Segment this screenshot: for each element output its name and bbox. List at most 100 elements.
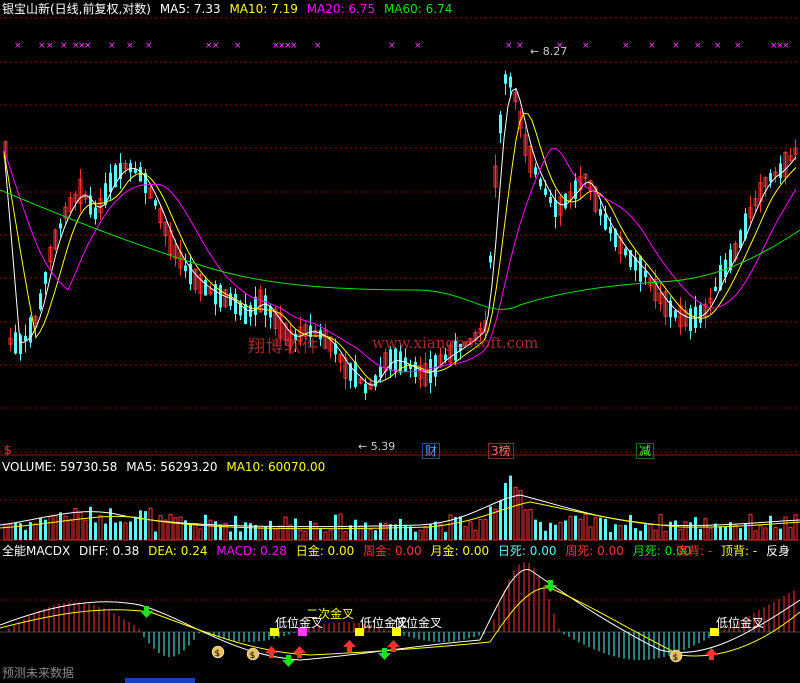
volume-bar	[648, 524, 653, 541]
candle-body	[389, 349, 392, 371]
volume-bar	[448, 514, 453, 541]
volume-bar	[214, 521, 217, 540]
candle-body	[604, 213, 607, 230]
macd-risi: 日死: 0.00	[497, 544, 557, 558]
candle-body	[154, 200, 157, 206]
volume-bar	[434, 521, 437, 540]
signal-x-icon: ×	[145, 41, 153, 51]
volume-bar	[334, 514, 337, 540]
volume-bar	[748, 513, 753, 541]
volume-bar	[583, 513, 588, 541]
date-scroll-bar[interactable]	[125, 678, 195, 683]
candle-body	[489, 255, 492, 263]
volume-bar	[198, 528, 203, 541]
volume-bar	[323, 531, 328, 541]
volume-bar	[708, 528, 713, 541]
volume-bar	[83, 519, 88, 541]
macd-dingbei: 顶背: -	[721, 544, 758, 558]
candle-body	[434, 355, 437, 377]
volume-bar	[739, 528, 742, 540]
volume-bar	[788, 526, 793, 541]
signal-x-icon: ×	[126, 41, 134, 51]
candle-body	[39, 293, 42, 310]
volume-bar	[354, 519, 357, 540]
volume-bar	[379, 522, 382, 540]
candle-body	[444, 354, 447, 361]
volume-bar	[663, 531, 668, 541]
macd-header-right: 底背: - 顶背: - 反身	[676, 543, 795, 559]
candle-body	[639, 256, 642, 282]
signal-x-icon: ×	[290, 41, 298, 51]
ma10-value: MA10: 7.19	[229, 2, 298, 16]
volume-bar	[288, 524, 293, 541]
volume-bar	[303, 530, 308, 541]
signal-x-icon: ×	[672, 41, 680, 51]
finance-event-badge[interactable]: 财	[422, 443, 441, 459]
volume-bar	[588, 526, 593, 541]
volume-bar	[223, 522, 228, 541]
candle-body	[549, 196, 552, 204]
low-price-label: ← 5.39	[358, 440, 396, 453]
signal-x-icon: ×	[782, 41, 790, 51]
rank-event-badge[interactable]: 3榜	[488, 443, 514, 459]
candle-body	[414, 362, 417, 377]
volume-bar	[204, 514, 207, 540]
volume-bar	[489, 506, 492, 540]
volume-bar	[499, 500, 502, 540]
macd-indicator-name: 全能MACDX	[2, 544, 71, 558]
volume-bar	[273, 529, 278, 541]
forecast-data-label[interactable]: 预测未来数据	[2, 664, 74, 681]
volume-bar	[753, 530, 758, 541]
dollar-event-icon[interactable]: $	[2, 443, 14, 457]
macd-dibei: 底背: -	[676, 544, 713, 558]
volume-bar	[699, 528, 702, 540]
volume-bar	[669, 521, 672, 540]
volume-ma5: MA5: 56293.20	[126, 460, 218, 474]
signal-x-icon: ×	[648, 41, 656, 51]
volume-ma10: MA10: 60070.00	[226, 460, 326, 474]
volume-bar	[73, 508, 78, 541]
macd-rijin: 日金: 0.00	[295, 544, 355, 558]
ma60-line	[0, 189, 800, 310]
volume-bar	[104, 523, 107, 540]
volume-bar	[123, 522, 128, 541]
candle-body	[599, 209, 602, 216]
volume-bar	[624, 524, 627, 540]
volume-bar	[539, 521, 542, 540]
volume-bar	[644, 524, 647, 540]
volume-value: VOLUME: 59730.58	[2, 460, 118, 474]
signal-x-icon: ×	[734, 41, 742, 51]
volume-bar	[779, 528, 782, 540]
signal-x-icon: ×	[60, 41, 68, 51]
volume-bar	[394, 524, 397, 540]
candle-body	[534, 167, 537, 175]
signal-x-icon: ×	[212, 41, 220, 51]
volume-bar	[154, 531, 157, 540]
volume-bar	[574, 515, 577, 540]
signal-x-icon: ×	[388, 41, 396, 51]
signal-x-icon: ×	[582, 41, 590, 51]
watermark-url: www.xiangbosoft.com	[372, 334, 539, 352]
signal-x-icon: ×	[84, 41, 92, 51]
volume-bar	[423, 526, 428, 541]
ma60-value: MA60: 6.74	[383, 2, 453, 16]
candle-body	[779, 163, 782, 178]
volume-bar	[298, 529, 303, 541]
volume-bar	[189, 524, 192, 540]
volume-bar	[258, 527, 263, 541]
volume-bar	[139, 510, 142, 540]
volume-bar	[63, 515, 68, 541]
candle-body	[689, 308, 692, 331]
volume-bar	[614, 524, 617, 540]
reduce-event-badge[interactable]: 减	[636, 443, 655, 459]
candle-body	[254, 297, 257, 315]
candle-body	[229, 293, 232, 307]
volume-bar	[59, 512, 62, 540]
volume-bar	[364, 522, 367, 540]
volume-bar	[163, 519, 168, 541]
volume-bar	[694, 517, 697, 540]
volume-bar	[98, 515, 103, 541]
volume-bar	[468, 521, 473, 541]
volume-bar	[129, 521, 132, 540]
volume-bar	[409, 526, 412, 540]
